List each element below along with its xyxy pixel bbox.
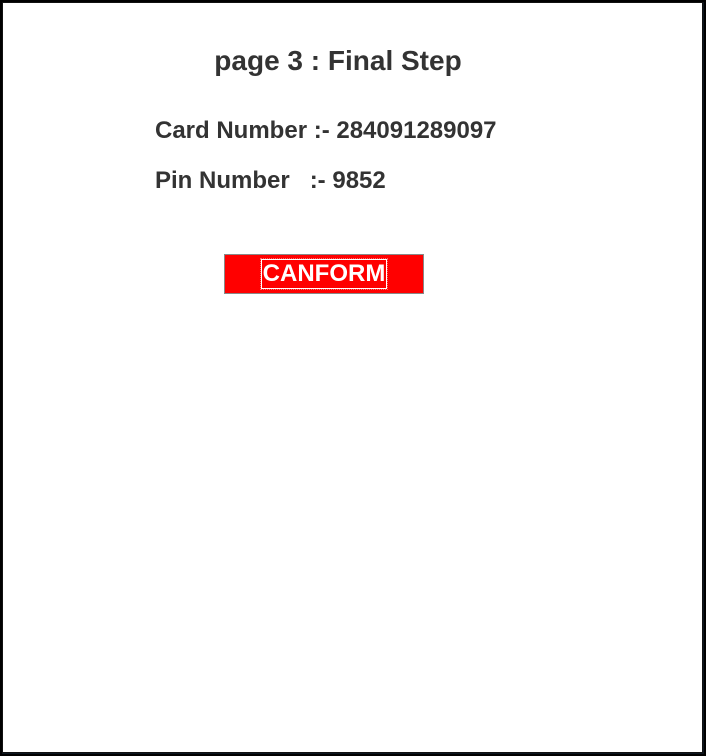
pin-number-row: Pin Number :- 9852 [155, 166, 386, 196]
final-step-page: page 3 : Final Step Card Number :- 28409… [2, 2, 703, 753]
confirm-button-label: CANFORM [259, 258, 389, 290]
pin-number-value: 9852 [332, 167, 386, 194]
confirm-button[interactable]: CANFORM [224, 254, 424, 294]
card-number-row: Card Number :- 284091289097 [155, 116, 497, 146]
card-number-value: 284091289097 [336, 117, 497, 144]
pin-number-label: Pin Number :- [155, 167, 333, 194]
card-number-label: Card Number :- [155, 117, 337, 144]
page-title: page 3 : Final Step [214, 45, 462, 76]
